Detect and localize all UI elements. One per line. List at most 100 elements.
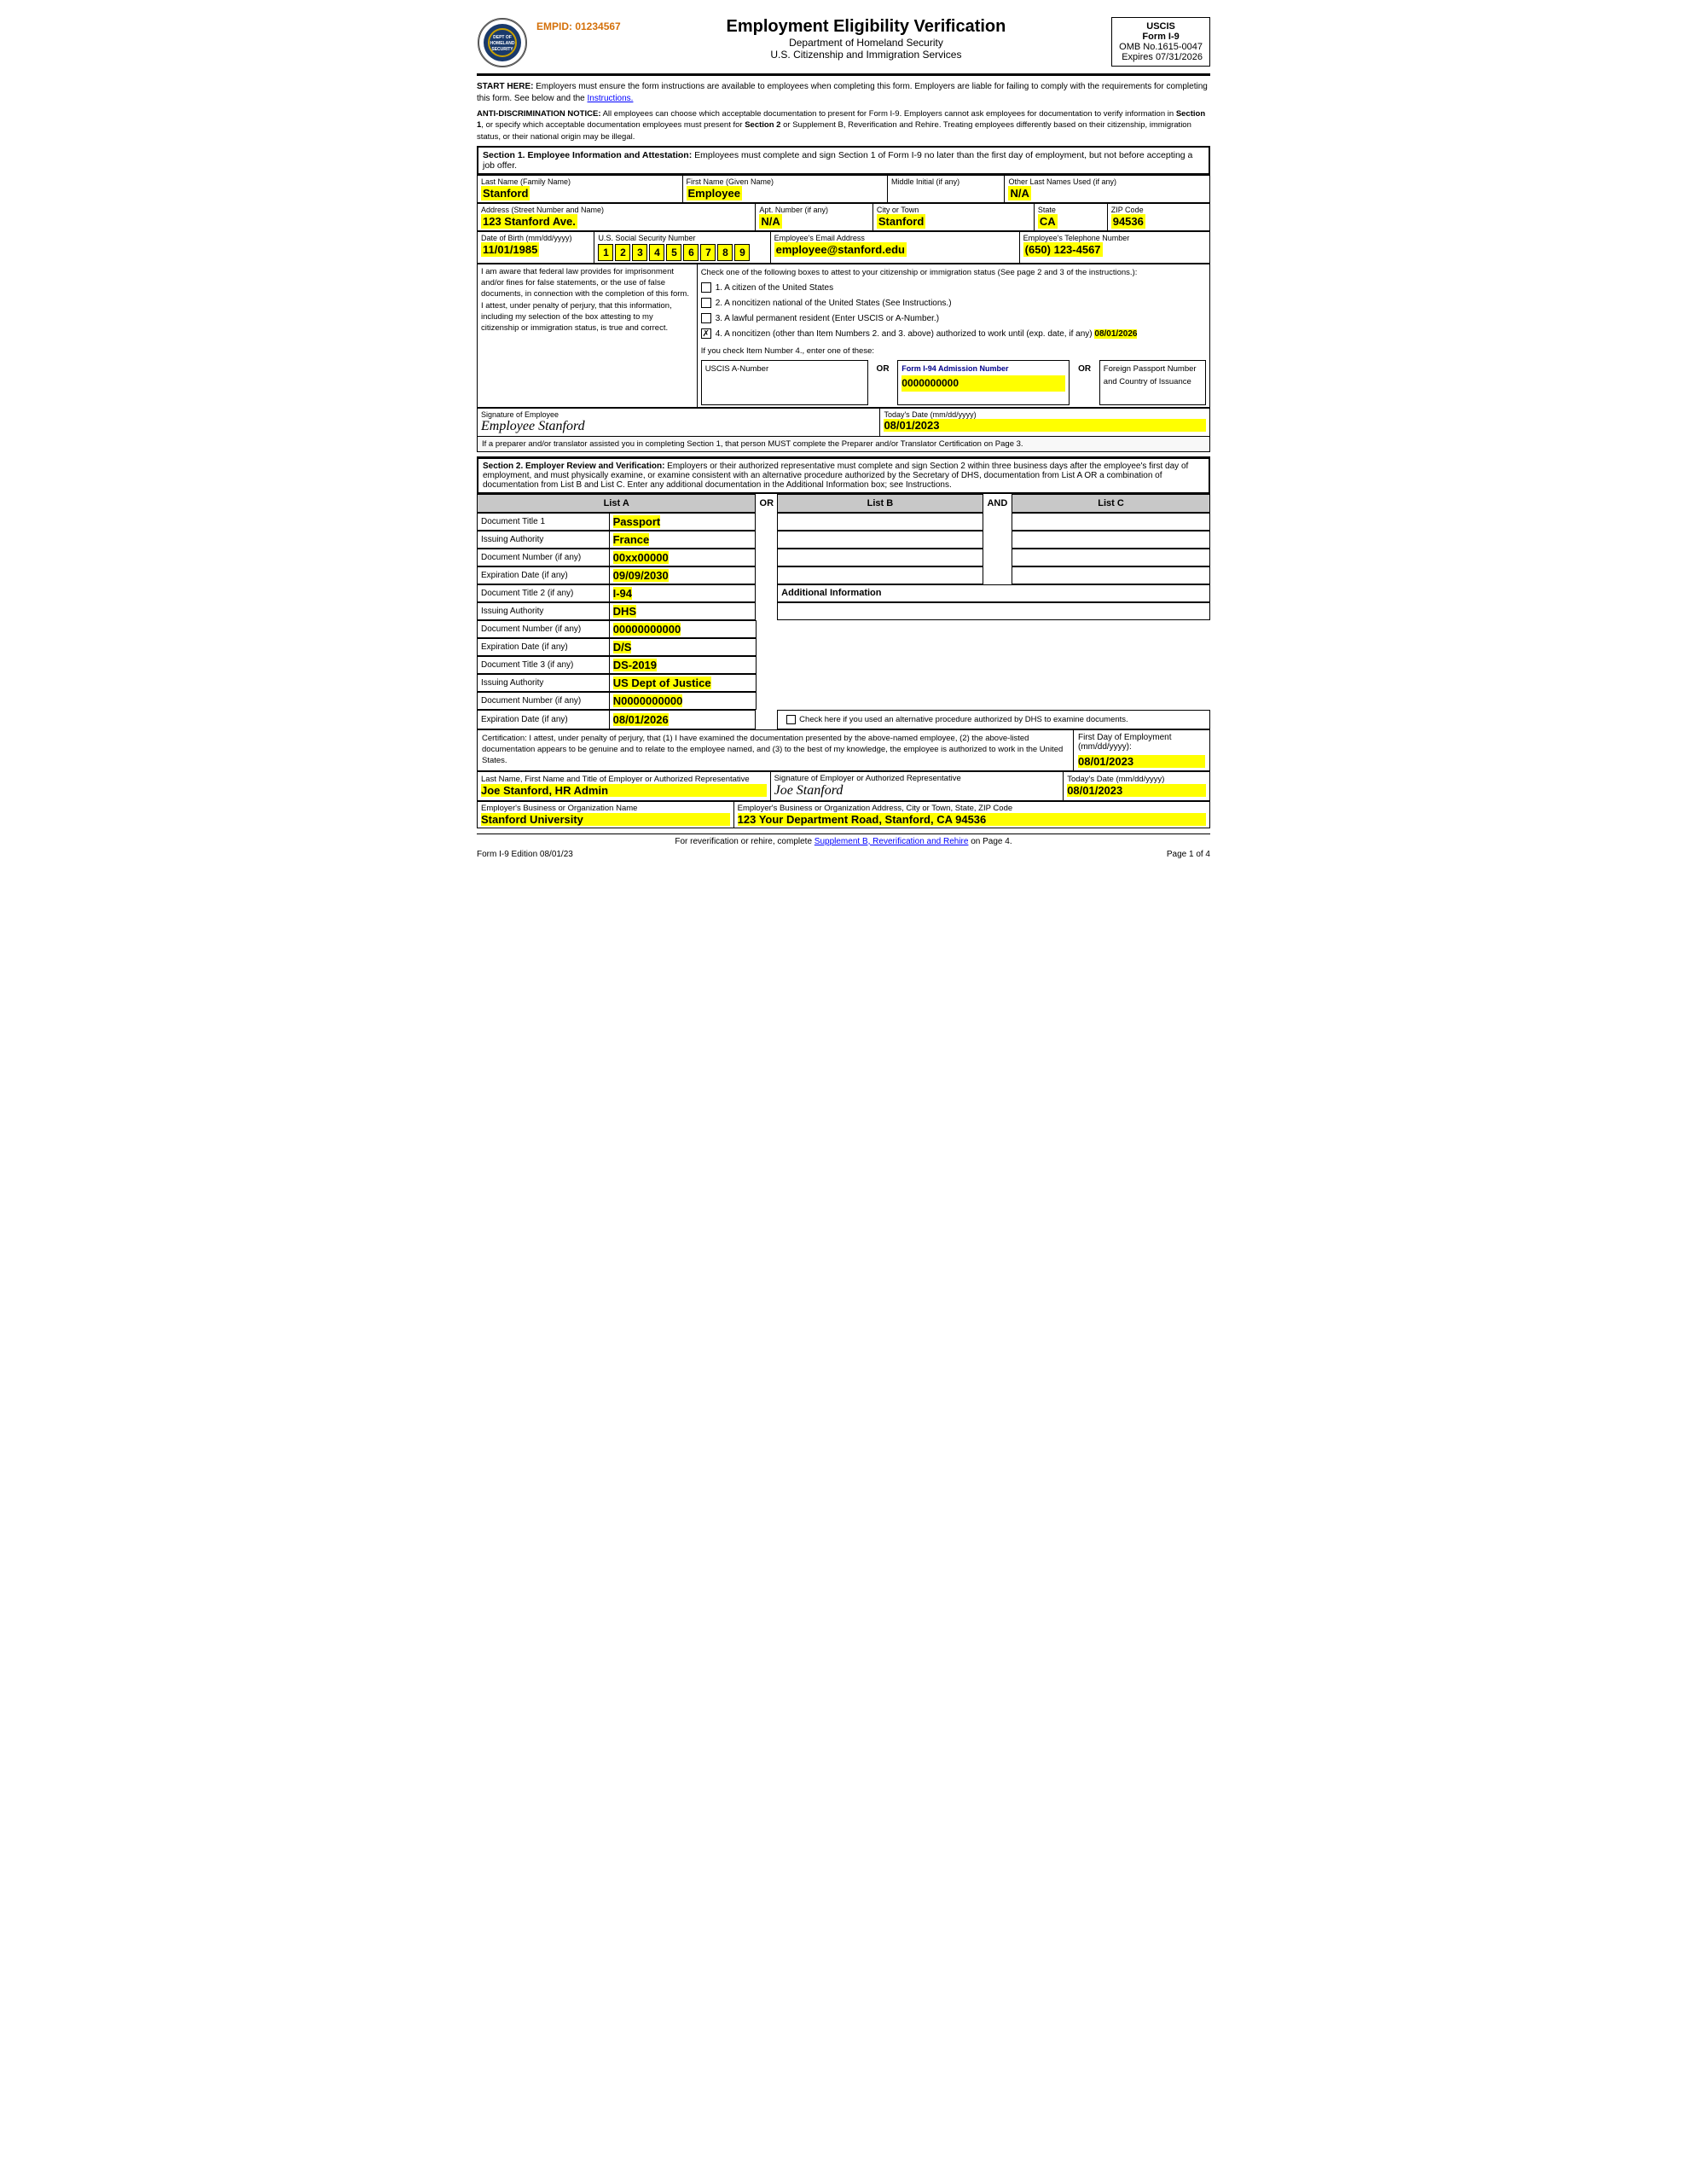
checkbox-1[interactable] [701,282,711,293]
exp-date1-value: 09/09/2030 [613,569,669,582]
issuing-auth1-row: Issuing Authority France [477,531,1210,549]
spacer-5 [756,549,778,566]
phone-label: Employee's Telephone Number [1023,234,1206,242]
ssn-digit-8: 8 [717,244,733,261]
uscis-label: USCIS [1119,21,1203,32]
rep-row: Last Name, First Name and Title of Emplo… [477,771,1210,801]
section2-col-headers: List A OR List B AND List C [477,494,1210,513]
doc-num3-label-cell: Document Number (if any) [478,692,610,709]
zip-cell: ZIP Code 94536 [1107,203,1209,230]
preparer-note: If a preparer and/or translator assisted… [477,437,1210,452]
state-cell: State CA [1034,203,1107,230]
spacer-4 [983,531,1012,548]
ssn-digit-6: 6 [683,244,699,261]
section1-header-box: Section 1. Employee Information and Atte… [477,146,1210,175]
first-day-label: First Day of Employment (mm/dd/yyyy): [1078,733,1205,752]
i94-cell: Form I-94 Admission Number 0000000000 [898,361,1070,404]
spacer-2 [983,513,1012,530]
spacer-1 [756,513,778,530]
issuing-auth1-value-cell: France [609,531,756,548]
state-value: CA [1038,214,1058,229]
passport-label: Foreign Passport Number and Country of I… [1104,363,1202,388]
doc-num1-value: 00xx00000 [613,551,669,564]
signature-row: Signature of Employee Employee Stanford … [477,408,1210,437]
rehire-note: For reverification or rehire, complete [675,837,812,846]
attest-text: I am aware that federal law provides for… [481,267,689,333]
ssn-digit-2: 2 [615,244,630,261]
ssn-digit-1: 1 [598,244,613,261]
page-header: DEPT OF HOMELAND SECURITY EMPID: 0123456… [477,17,1210,76]
cert-text: Certification: I attest, under penalty o… [482,734,1063,766]
rep-name-cell: Last Name, First Name and Title of Emplo… [478,771,771,800]
exp-date2-value-cell: D/S [609,638,756,655]
list-c-auth1-cell [1012,531,1210,548]
address-cell: Address (Street Number and Name) 123 Sta… [478,203,756,230]
issuing-auth1-label-cell: Issuing Authority [478,531,610,548]
city-label: City or Town [877,206,1030,214]
doc-title3-row: Document Title 3 (if any) DS-2019 [477,656,1210,674]
rehire-link[interactable]: Supplement B, Reverification and Rehire [815,837,969,846]
or1-label: OR [867,361,897,404]
rep-sig-cell: Signature of Employer or Authorized Repr… [770,771,1064,800]
col-or-header: OR [756,494,778,512]
doc-num1-value-cell: 00xx00000 [609,549,756,566]
zip-value: 94536 [1111,214,1145,229]
issuing-auth3-value: US Dept of Justice [613,677,711,689]
doc-title2-label: Document Title 2 (if any) [481,589,573,598]
first-name-value: Employee [687,186,742,200]
checkbox-row-2: 2. A noncitizen national of the United S… [701,297,1206,311]
ssn-digit-7: 7 [700,244,716,261]
middle-initial-cell: Middle Initial (if any) [888,175,1005,202]
doc-title1-value-cell: Passport [609,513,756,530]
checkbox-2-label: 2. A noncitizen national of the United S… [716,297,952,311]
instructions-link[interactable]: Instructions. [588,94,634,103]
city-cell: City or Town Stanford [872,203,1034,230]
issuing-auth1-label: Issuing Authority [481,535,543,544]
doc-num1-label: Document Number (if any) [481,553,581,562]
doc-num1-row: Document Number (if any) 00xx00000 [477,549,1210,566]
issuing-auth3-label: Issuing Authority [481,678,543,688]
checkbox-3[interactable] [701,313,711,323]
org-addr-value: 123 Your Department Road, Stanford, CA 9… [738,813,1206,826]
ssn-digit-3: 3 [632,244,647,261]
exp-date2-label: Expiration Date (if any) [481,642,568,652]
exp-date1-label-cell: Expiration Date (if any) [478,566,610,584]
section2-header-box: Section 2. Employer Review and Verificat… [477,456,1210,494]
item4-fields: USCIS A-Number OR Form I-94 Admission Nu… [701,360,1206,404]
sig-date-value: 08/01/2023 [884,419,1206,432]
org-name-label: Employer's Business or Organization Name [481,804,730,813]
exp-date1-label: Expiration Date (if any) [481,571,568,580]
checkbox-1-label: 1. A citizen of the United States [716,282,833,295]
first-name-label: First Name (Given Name) [687,177,884,186]
org-name-cell: Employer's Business or Organization Name… [478,801,734,828]
anti-discrimination-notice: ANTI-DISCRIMINATION NOTICE: All employee… [477,108,1210,142]
add-info-content [778,602,1210,619]
phone-cell: Employee's Telephone Number (650) 123-45… [1019,231,1209,263]
doc-title2-label-cell: Document Title 2 (if any) [478,584,610,601]
alt-proc-text: Check here if you used an alternative pr… [799,715,1128,724]
alt-proc-checkbox[interactable] [786,715,796,724]
doc-title3-label: Document Title 3 (if any) [481,660,573,670]
checkbox-3-label: 3. A lawful permanent resident (Enter US… [716,312,939,326]
zip-label: ZIP Code [1111,206,1206,214]
certification-row: Certification: I attest, under penalty o… [477,729,1210,771]
logo: DEPT OF HOMELAND SECURITY [477,17,528,68]
other-names-label: Other Last Names Used (if any) [1008,177,1206,186]
uscis-block: USCIS Form I-9 OMB No.1615-0047 Expires … [1111,17,1210,67]
doc-num3-value-cell: N0000000000 [609,692,756,709]
list-c-title1-cell [1012,513,1210,530]
form-number: Form I-9 [1119,32,1203,42]
other-names-value: N/A [1008,186,1030,200]
issuing-auth2-row: Issuing Authority DHS [477,602,1210,620]
rep-name-label: Last Name, First Name and Title of Emplo… [481,775,767,784]
footer-note: For reverification or rehire, complete S… [477,834,1210,846]
checkbox-2[interactable] [701,298,711,308]
exp-date2-row: Expiration Date (if any) D/S [477,638,1210,656]
section2-header: Section 2. Employer Review and Verificat… [483,462,664,471]
ssn-digit-5: 5 [666,244,681,261]
alt-proc-cell: Check here if you used an alternative pr… [778,710,1210,729]
checkbox-4[interactable] [701,328,711,339]
issuing-auth3-label-cell: Issuing Authority [478,674,610,691]
col-a-header: List A [478,494,756,512]
svg-text:SECURITY: SECURITY [491,47,513,52]
